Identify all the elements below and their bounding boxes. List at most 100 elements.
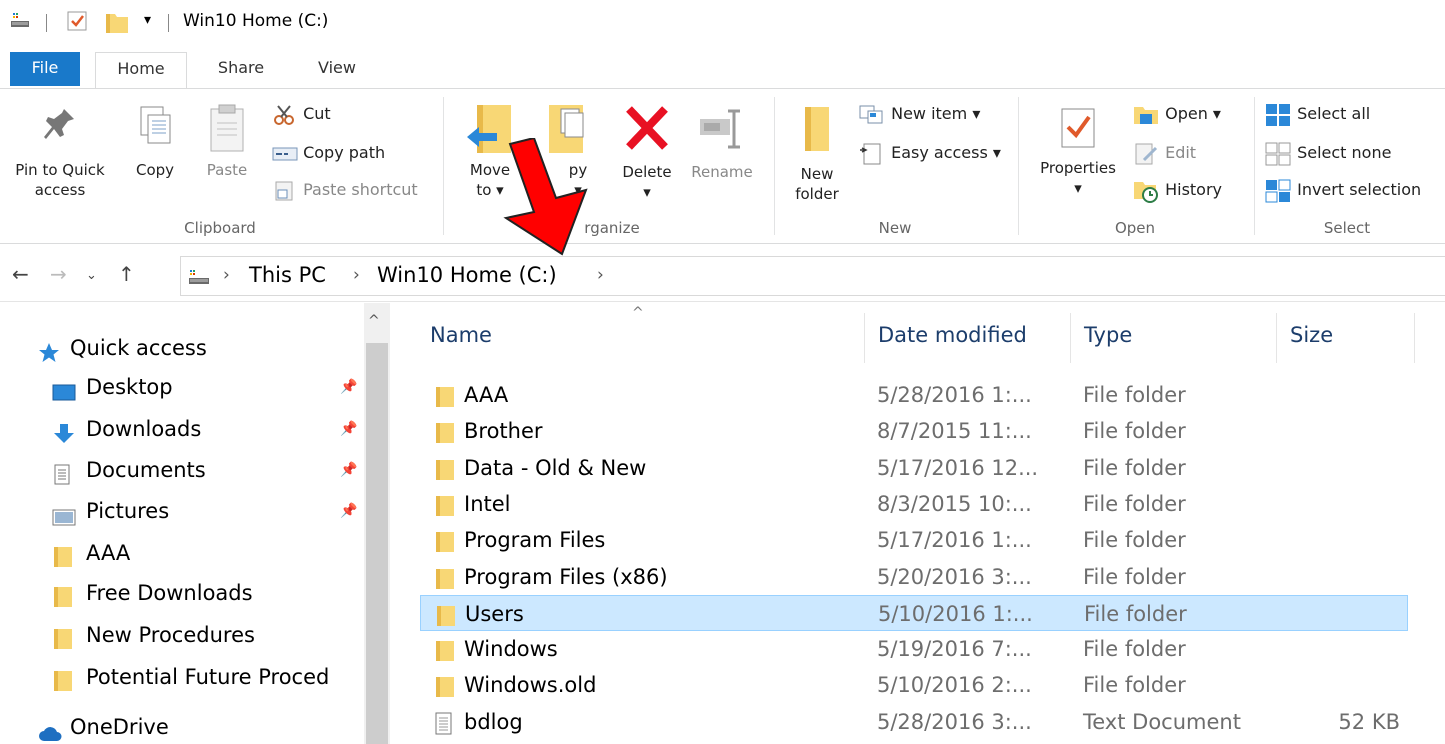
new-item-label: New item ▾ xyxy=(891,104,981,123)
file-row[interactable]: Program Files 5/17/2016 1:... File folder xyxy=(420,522,1408,558)
folder-icon xyxy=(52,666,74,697)
open-folder-icon xyxy=(1134,106,1158,124)
column-header-date-modified[interactable]: Date modified xyxy=(878,323,1027,347)
breadcrumb-separator-icon[interactable]: › xyxy=(223,265,230,285)
nav-item-label: Quick access xyxy=(70,336,207,360)
navigation-pane: Quick access Desktop 📌 Downloads 📌 Documents 📌… xyxy=(0,303,390,744)
copy-icon xyxy=(140,106,171,144)
folder-icon xyxy=(52,624,74,655)
file-date-modified: 5/19/2016 7:... xyxy=(877,637,1032,662)
paste-shortcut-label: Paste shortcut xyxy=(303,180,418,199)
delete-button[interactable]: Delete ▾ xyxy=(614,103,680,202)
file-row[interactable]: Windows.old 5/10/2016 2:... File folder xyxy=(420,667,1408,703)
pin-label-line2: access xyxy=(34,181,86,199)
nav-item-desktop[interactable]: Desktop 📌 xyxy=(0,367,362,407)
window-title: Win10 Home (C:) xyxy=(183,11,329,31)
file-name: Program Files xyxy=(464,528,606,553)
file-row[interactable]: Intel 8/3/2015 10:... File folder xyxy=(420,486,1408,522)
nav-item-pictures[interactable]: Pictures 📌 xyxy=(0,491,362,531)
tab-view[interactable]: View xyxy=(302,52,372,88)
nav-item-aaa[interactable]: AAA xyxy=(0,533,362,573)
back-arrow-icon[interactable]: ← xyxy=(12,262,29,286)
pin-icon[interactable]: 📌 xyxy=(340,367,357,407)
properties-quick-icon[interactable] xyxy=(66,10,88,36)
new-folder-button[interactable]: New folder xyxy=(784,103,850,204)
file-row[interactable]: Brother 8/7/2015 11:... File folder xyxy=(420,413,1408,449)
new-folder-quick-icon[interactable] xyxy=(104,10,130,40)
edit-icon xyxy=(1135,143,1158,164)
folder-icon xyxy=(52,542,74,573)
pin-to-quick-access-button[interactable]: Pin to Quick access xyxy=(4,103,116,200)
file-name: Program Files (x86) xyxy=(464,564,668,589)
select-all-button[interactable]: Select all xyxy=(1264,99,1370,129)
title-bar: ▾ Win10 Home (C:) xyxy=(0,0,1445,44)
rename-label: Rename xyxy=(691,163,753,181)
file-date-modified: 8/7/2015 11:... xyxy=(877,419,1032,444)
paste-shortcut-icon xyxy=(275,181,293,200)
cut-button[interactable]: Cut xyxy=(272,99,331,129)
nav-item-onedrive[interactable]: OneDrive xyxy=(0,707,362,744)
nav-item-downloads[interactable]: Downloads 📌 xyxy=(0,409,362,449)
breadcrumb-separator-icon[interactable]: › xyxy=(353,265,360,285)
history-button[interactable]: History xyxy=(1132,175,1222,205)
copy-path-button[interactable]: Copy path xyxy=(272,138,385,168)
file-row[interactable]: Windows 5/19/2016 7:... File folder xyxy=(420,631,1408,667)
file-name: bdlog xyxy=(464,709,523,734)
open-group-label: Open xyxy=(1114,219,1156,237)
breadcrumb-separator-icon[interactable]: › xyxy=(597,265,604,285)
file-row[interactable]: bdlog 5/28/2016 3:... Text Document 52 KB xyxy=(420,704,1408,740)
pin-icon[interactable]: 📌 xyxy=(340,409,357,449)
new-item-button[interactable]: New item ▾ xyxy=(858,99,980,129)
edit-button[interactable]: Edit xyxy=(1132,138,1196,168)
easy-access-button[interactable]: Easy access ▾ xyxy=(858,138,1001,168)
column-header-name[interactable]: Name xyxy=(430,323,492,347)
breadcrumb-drive[interactable]: Win10 Home (C:) xyxy=(377,263,557,287)
nav-item-quick-access[interactable]: Quick access xyxy=(0,328,362,368)
pin-icon[interactable]: 📌 xyxy=(340,450,357,490)
file-list: ^ Name Date modified Type Size AAA 5/28/2… xyxy=(392,303,1445,744)
file-row[interactable]: Users 5/10/2016 1:... File folder xyxy=(420,594,1408,631)
up-arrow-icon[interactable]: ↑ xyxy=(118,262,135,286)
clipboard-group-label: Clipboard xyxy=(184,219,256,237)
paste-shortcut-button[interactable]: Paste shortcut xyxy=(272,175,418,205)
nav-item-potential-future-proced[interactable]: Potential Future Proced xyxy=(0,657,362,697)
breadcrumb-this-pc[interactable]: This PC xyxy=(249,263,326,287)
nav-item-documents[interactable]: Documents 📌 xyxy=(0,450,362,490)
pin-icon[interactable]: 📌 xyxy=(340,491,357,531)
paste-button[interactable]: Paste xyxy=(196,103,258,180)
column-header-type[interactable]: Type xyxy=(1084,323,1132,347)
copy-button[interactable]: Copy xyxy=(126,103,184,180)
scissors-icon xyxy=(274,104,294,125)
text-file-icon xyxy=(434,711,454,744)
select-none-button[interactable]: Select none xyxy=(1264,138,1391,168)
drive-icon[interactable] xyxy=(10,10,30,34)
scroll-up-icon[interactable]: ^ xyxy=(368,313,380,329)
forward-arrow-icon[interactable]: → xyxy=(50,262,67,286)
open-button[interactable]: Open ▾ xyxy=(1132,99,1221,129)
file-date-modified: 5/10/2016 2:... xyxy=(877,673,1032,698)
nav-item-label: AAA xyxy=(86,541,131,565)
address-bar[interactable]: › This PC › Win10 Home (C:) › xyxy=(180,256,1445,296)
new-group-label: New xyxy=(878,219,912,237)
file-row[interactable]: Data - Old & New 5/17/2016 12... File fold… xyxy=(420,450,1408,486)
file-type: File folder xyxy=(1083,528,1186,553)
tab-share[interactable]: Share xyxy=(205,52,277,88)
rename-button[interactable]: Rename xyxy=(684,103,760,182)
tab-home[interactable]: Home xyxy=(95,52,187,90)
recent-locations-chevron-icon[interactable]: ⌄ xyxy=(86,268,97,283)
nav-item-free-downloads[interactable]: Free Downloads xyxy=(0,573,362,613)
file-row[interactable]: Program Files (x86) 5/20/2016 3:... File f… xyxy=(420,559,1408,595)
annotation-arrow-icon xyxy=(503,138,588,256)
column-header-size[interactable]: Size xyxy=(1290,323,1333,347)
delete-icon xyxy=(626,106,668,150)
nav-scrollbar-thumb[interactable] xyxy=(366,343,388,744)
tab-file[interactable]: File xyxy=(10,52,80,86)
file-type: File folder xyxy=(1083,673,1186,698)
customize-toolbar-icon[interactable]: ▾ xyxy=(144,12,151,28)
properties-button[interactable]: Properties ▾ xyxy=(1030,103,1126,198)
invert-selection-button[interactable]: Invert selection xyxy=(1264,175,1421,205)
delete-dropdown-icon: ▾ xyxy=(643,183,651,201)
nav-item-new-procedures[interactable]: New Procedures xyxy=(0,615,362,655)
file-row[interactable]: AAA 5/28/2016 1:... File folder xyxy=(420,377,1408,413)
new-folder-label-line1: New xyxy=(800,165,834,183)
